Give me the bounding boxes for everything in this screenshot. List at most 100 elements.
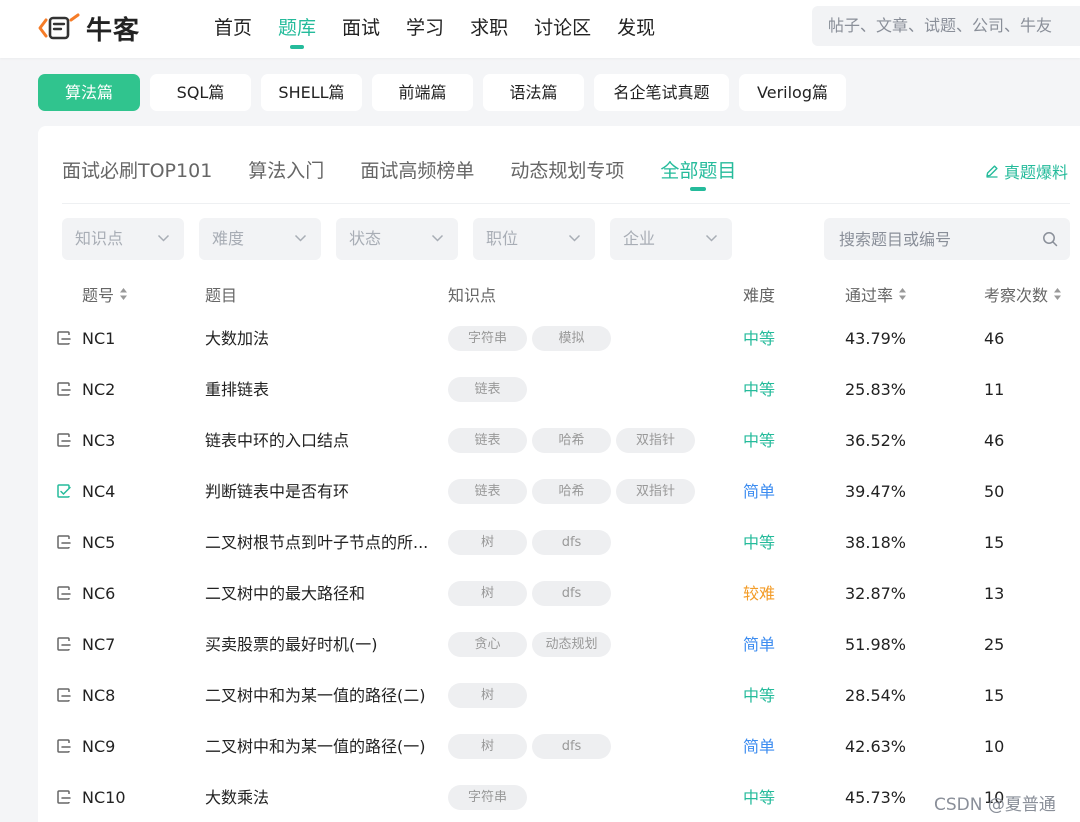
nav-item[interactable]: 面试 <box>342 0 380 58</box>
sub-tab[interactable]: 全部题目 <box>660 156 736 186</box>
topic-tag[interactable]: 动态规划 <box>532 632 611 657</box>
chevron-down-icon <box>157 234 170 242</box>
category-pill[interactable]: 名企笔试真题 <box>594 74 729 111</box>
table-row[interactable]: NC10 大数乘法 字符串 中等 45.73% 10 <box>38 772 1080 822</box>
table-row[interactable]: NC8 二叉树中和为某一值的路径(二) 树 中等 28.54% 15 <box>38 670 1080 721</box>
leak-report-link[interactable]: 真题爆料 <box>985 159 1068 183</box>
difficulty-label: 中等 <box>743 533 776 552</box>
logo[interactable]: 牛客 <box>38 13 140 46</box>
filter-label: 职位 <box>486 229 519 248</box>
filter-dropdown[interactable]: 难度 <box>199 218 321 260</box>
topic-tag[interactable]: dfs <box>532 581 611 606</box>
category-pill[interactable]: SHELL篇 <box>261 74 362 111</box>
question-title[interactable]: 链表中环的入口结点 <box>205 415 437 466</box>
pass-rate: 42.63% <box>845 737 907 756</box>
category-pill[interactable]: 语法篇 <box>483 74 584 111</box>
sub-tab[interactable]: 面试必刷TOP101 <box>62 156 212 186</box>
chevron-down-icon <box>568 234 581 242</box>
filter-dropdown[interactable]: 企业 <box>610 218 732 260</box>
topic-tag[interactable]: dfs <box>532 530 611 555</box>
exam-count: 46 <box>984 329 1005 348</box>
topic-tag[interactable]: 链表 <box>448 377 527 402</box>
nav-item[interactable]: 求职 <box>470 0 508 58</box>
question-title[interactable]: 二叉树中和为某一值的路径(二) <box>205 670 437 721</box>
table-row[interactable]: NC4 判断链表中是否有环 链表 哈希 双指针 简单 39.47% 50 <box>38 466 1080 517</box>
main-nav: 首页 题库 面试 学习 求职 讨论区 发现 <box>214 0 681 58</box>
pass-rate: 36.52% <box>845 431 907 450</box>
topic-tag[interactable]: 哈希 <box>532 479 611 504</box>
question-id: NC7 <box>82 635 116 654</box>
topic-tag[interactable]: 模拟 <box>532 326 611 351</box>
question-status-icon <box>57 331 71 345</box>
nav-item[interactable]: 题库 <box>278 0 316 58</box>
header-pass-rate[interactable]: 通过率 <box>845 282 907 306</box>
exam-count: 10 <box>984 737 1005 756</box>
category-pill[interactable]: 前端篇 <box>372 74 473 111</box>
category-pill[interactable]: 算法篇 <box>38 74 140 111</box>
question-search[interactable] <box>824 218 1070 260</box>
table-row[interactable]: NC5 二叉树根节点到叶子节点的所... 树 dfs 中等 38.18% 15 <box>38 517 1080 568</box>
topic-tag[interactable]: 哈希 <box>532 428 611 453</box>
sub-tab[interactable]: 面试高频榜单 <box>360 156 474 186</box>
question-title[interactable]: 重排链表 <box>205 364 437 415</box>
exam-count: 13 <box>984 584 1005 603</box>
chevron-down-icon <box>705 234 718 242</box>
divider <box>62 203 1070 204</box>
topic-tag[interactable]: dfs <box>532 734 611 759</box>
filter-dropdown[interactable]: 职位 <box>473 218 595 260</box>
question-title[interactable]: 大数乘法 <box>205 772 437 822</box>
table-row[interactable]: NC3 链表中环的入口结点 链表 哈希 双指针 中等 36.52% 46 <box>38 415 1080 466</box>
sort-icon <box>1054 288 1062 300</box>
nav-item[interactable]: 讨论区 <box>534 0 591 58</box>
pass-rate: 51.98% <box>845 635 907 654</box>
topic-tag[interactable]: 字符串 <box>448 785 527 810</box>
sub-tab[interactable]: 算法入门 <box>248 156 324 186</box>
sub-tab[interactable]: 动态规划专项 <box>510 156 624 186</box>
question-status-icon <box>57 535 71 549</box>
question-search-input[interactable] <box>824 218 1024 260</box>
exam-count: 25 <box>984 635 1005 654</box>
topic-tag[interactable]: 双指针 <box>616 428 695 453</box>
question-id: NC4 <box>82 482 116 501</box>
category-pill[interactable]: Verilog篇 <box>739 74 846 111</box>
filter-dropdown[interactable]: 知识点 <box>62 218 184 260</box>
topic-tag[interactable]: 树 <box>448 683 527 708</box>
header-tags: 知识点 <box>448 286 497 305</box>
pass-rate: 39.47% <box>845 482 907 501</box>
table-row[interactable]: NC1 大数加法 字符串 模拟 中等 43.79% 46 <box>38 313 1080 364</box>
topic-tag[interactable]: 树 <box>448 530 527 555</box>
question-id: NC8 <box>82 686 116 705</box>
filter-dropdown[interactable]: 状态 <box>336 218 458 260</box>
topic-tag[interactable]: 树 <box>448 734 527 759</box>
header-count[interactable]: 考察次数 <box>984 282 1062 306</box>
topic-tag[interactable]: 链表 <box>448 479 527 504</box>
table-row[interactable]: NC2 重排链表 链表 中等 25.83% 11 <box>38 364 1080 415</box>
search-icon[interactable] <box>1042 231 1058 247</box>
global-search-input[interactable]: 帖子、文章、试题、公司、牛友 <box>812 6 1080 46</box>
topic-tag[interactable]: 贪心 <box>448 632 527 657</box>
difficulty-label: 简单 <box>743 482 776 501</box>
category-pill[interactable]: SQL篇 <box>150 74 251 111</box>
question-title[interactable]: 买卖股票的最好时机(一) <box>205 619 437 670</box>
header-id[interactable]: 题号 <box>82 282 128 306</box>
question-title[interactable]: 判断链表中是否有环 <box>205 466 437 517</box>
pencil-icon <box>986 165 998 178</box>
chevron-down-icon <box>294 234 307 242</box>
difficulty-label: 中等 <box>743 380 776 399</box>
table-row[interactable]: NC7 买卖股票的最好时机(一) 贪心 动态规划 简单 51.98% 25 <box>38 619 1080 670</box>
nav-item[interactable]: 学习 <box>406 0 444 58</box>
nav-item[interactable]: 首页 <box>214 0 252 58</box>
topic-tag[interactable]: 链表 <box>448 428 527 453</box>
topic-tag[interactable]: 字符串 <box>448 326 527 351</box>
topic-tag[interactable]: 树 <box>448 581 527 606</box>
table-row[interactable]: NC9 二叉树中和为某一值的路径(一) 树 dfs 简单 42.63% 10 <box>38 721 1080 772</box>
difficulty-label: 较难 <box>743 584 776 603</box>
question-title[interactable]: 二叉树中和为某一值的路径(一) <box>205 721 437 772</box>
nav-item[interactable]: 发现 <box>617 0 655 58</box>
question-title[interactable]: 二叉树根节点到叶子节点的所... <box>205 517 437 568</box>
question-title[interactable]: 大数加法 <box>205 313 437 364</box>
table-row[interactable]: NC6 二叉树中的最大路径和树 dfs 较难 32.87% 13 <box>38 568 1080 619</box>
topic-tag[interactable]: 双指针 <box>616 479 695 504</box>
question-title[interactable]: 二叉树中的最大路径和 <box>205 568 437 619</box>
question-id: NC3 <box>82 431 116 450</box>
